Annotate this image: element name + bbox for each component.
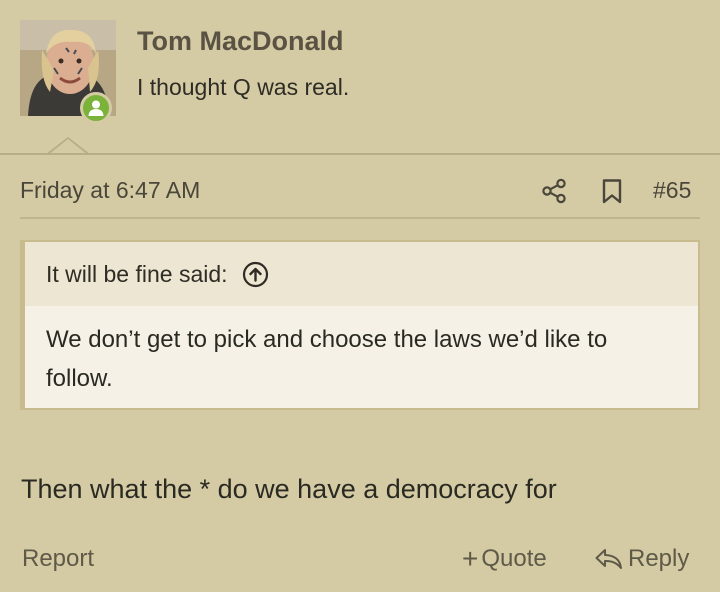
quote-text: We don’t get to pick and choose the laws… — [46, 326, 608, 392]
reply-button[interactable]: Reply — [594, 545, 689, 573]
quote-button[interactable]: + Quote — [462, 545, 547, 573]
header-divider — [0, 153, 720, 155]
quote-attribution[interactable]: It will be fine said: — [46, 261, 228, 288]
post-meta: Friday at 6:47 AM #65 — [20, 173, 700, 219]
share-icon[interactable] — [541, 178, 567, 204]
quote-header: It will be fine said: — [25, 242, 698, 306]
report-button[interactable]: Report — [22, 545, 94, 573]
arrow-up-circle-icon[interactable] — [242, 261, 269, 288]
post-number[interactable]: #65 — [653, 177, 691, 204]
user-title: I thought Q was real. — [137, 74, 350, 100]
forum-post: Tom MacDonald I thought Q was real. Frid… — [0, 0, 720, 592]
post-date[interactable]: Friday at 6:47 AM — [20, 177, 200, 204]
header-pointer — [46, 137, 90, 155]
plus-icon: + — [462, 543, 479, 574]
quote-button-label: Quote — [481, 545, 547, 572]
reply-button-label: Reply — [628, 545, 690, 572]
post-message: Then what the * do we have a democracy f… — [21, 474, 557, 504]
username[interactable]: Tom MacDonald — [137, 26, 344, 57]
bookmark-icon[interactable] — [601, 178, 623, 205]
user-header: Tom MacDonald I thought Q was real. — [0, 0, 720, 155]
reply-arrow-icon — [595, 549, 622, 569]
online-user-icon — [80, 92, 112, 124]
quote-block: It will be fine said: We don’t get to pi… — [20, 240, 700, 410]
post-actions: Report + Quote Reply — [0, 540, 720, 584]
